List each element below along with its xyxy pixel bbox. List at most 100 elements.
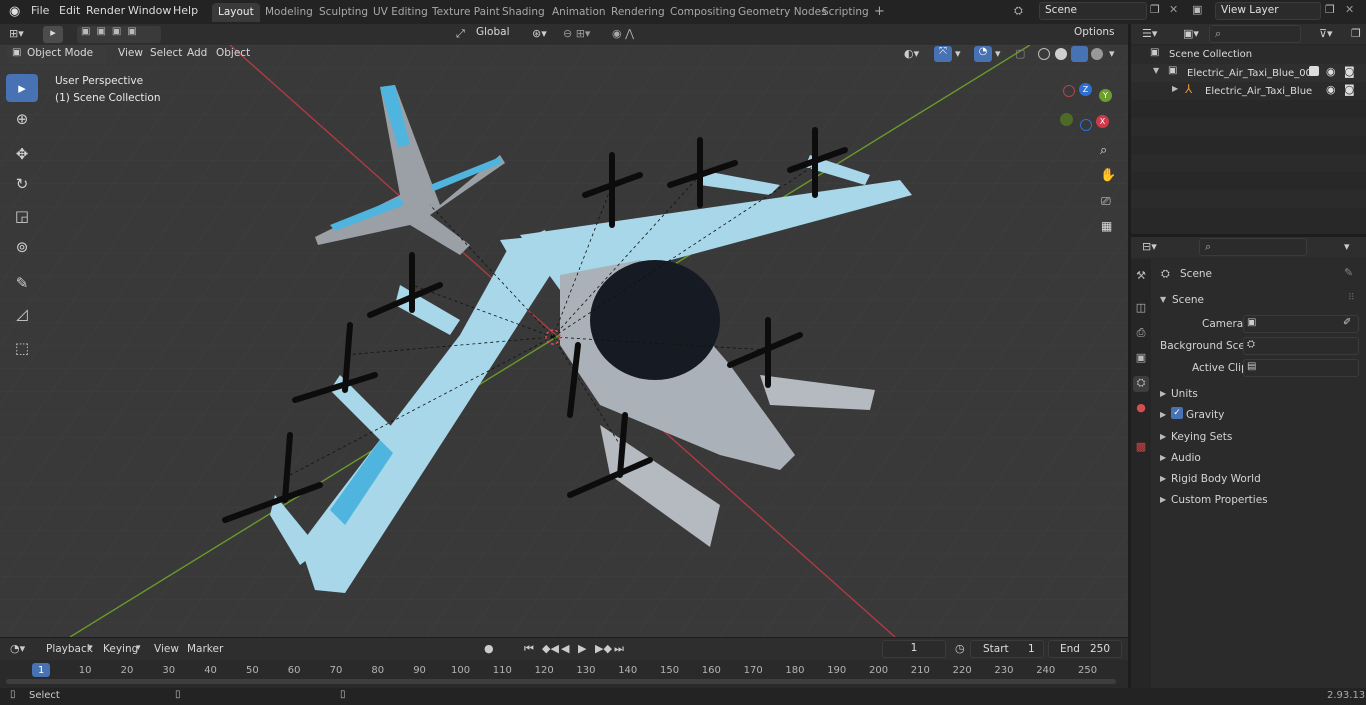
- navigation-gizmo[interactable]: Z Y X: [1055, 80, 1115, 140]
- tab-texture-paint[interactable]: Texture Paint: [426, 3, 506, 22]
- tab-scripting[interactable]: Scripting: [816, 3, 875, 22]
- gizmo-neg-x-icon[interactable]: [1063, 85, 1075, 97]
- properties-editor-icon[interactable]: ⊟▾: [1142, 240, 1157, 253]
- expand-arrow-right-icon[interactable]: ▶: [1172, 84, 1178, 93]
- play-reverse-icon[interactable]: ◀: [561, 642, 569, 655]
- rigid-body-world-panel[interactable]: Rigid Body World: [1171, 473, 1261, 485]
- solid-shading-icon[interactable]: [1055, 48, 1067, 60]
- active-clip-field[interactable]: [1243, 359, 1359, 377]
- transform-tool-icon[interactable]: ⊚: [6, 233, 38, 261]
- tab-compositing[interactable]: Compositing: [664, 3, 742, 22]
- wireframe-shading-icon[interactable]: [1038, 48, 1050, 60]
- outliner-editor-icon[interactable]: ☰▾: [1142, 27, 1157, 40]
- remove-view-layer-icon[interactable]: ✕: [1345, 3, 1354, 16]
- tool-properties-icon[interactable]: ⚒: [1133, 269, 1149, 285]
- menu-keying[interactable]: Keying: [103, 643, 138, 655]
- material-shading-icon[interactable]: [1071, 46, 1088, 62]
- tab-rendering[interactable]: Rendering: [605, 3, 671, 22]
- play-icon[interactable]: ▶: [578, 642, 586, 655]
- gizmo-neg-z-icon[interactable]: [1080, 119, 1092, 131]
- gizmo-y-icon[interactable]: Y: [1099, 89, 1112, 102]
- pin-icon[interactable]: ✎: [1344, 266, 1353, 279]
- audio-panel[interactable]: Audio: [1171, 452, 1201, 464]
- select-box-icon[interactable]: ▸: [43, 26, 63, 43]
- scale-tool-icon[interactable]: ◲: [6, 202, 38, 230]
- gravity-panel[interactable]: Gravity: [1186, 409, 1224, 421]
- view-layer-icon[interactable]: ▣: [1192, 3, 1202, 16]
- custom-properties-panel[interactable]: Custom Properties: [1171, 494, 1268, 506]
- collection-eye-icon[interactable]: ◉: [1326, 65, 1336, 78]
- current-frame-field[interactable]: 1: [882, 640, 946, 658]
- filter-icon[interactable]: ⊽▾: [1319, 27, 1333, 40]
- gravity-expand-icon[interactable]: ▶: [1160, 410, 1166, 419]
- cursor-tool-icon[interactable]: ⊕: [6, 105, 38, 133]
- xray-icon[interactable]: ▢: [1015, 47, 1025, 60]
- options-dropdown[interactable]: Options: [1068, 25, 1124, 43]
- tab-animation[interactable]: Animation: [546, 3, 612, 22]
- move-tool-icon[interactable]: ✥: [6, 140, 38, 168]
- scene-properties-icon[interactable]: ⛭: [1133, 376, 1149, 392]
- gizmo-x-icon[interactable]: X: [1096, 115, 1109, 128]
- stopwatch-icon[interactable]: ◷: [955, 642, 965, 655]
- overlay-dropdown-icon[interactable]: ▾: [995, 47, 1001, 60]
- outliner-search-field[interactable]: [1209, 25, 1301, 43]
- zoom-icon[interactable]: ⌕: [1100, 143, 1107, 158]
- remove-scene-icon[interactable]: ✕: [1169, 3, 1178, 16]
- add-cube-tool-icon[interactable]: ⬚: [6, 334, 38, 362]
- menu-file[interactable]: File: [31, 4, 49, 17]
- section-expand-icon[interactable]: ▼: [1160, 295, 1166, 304]
- units-panel[interactable]: Units: [1171, 388, 1198, 400]
- new-view-layer-icon[interactable]: ❐: [1325, 3, 1335, 16]
- editor-type-icon[interactable]: ⊞▾: [9, 27, 24, 40]
- tab-modeling[interactable]: Modeling: [259, 3, 319, 22]
- output-properties-icon[interactable]: ⎙: [1133, 326, 1149, 342]
- background-scene-field[interactable]: [1243, 337, 1359, 355]
- blender-logo-icon[interactable]: ◉: [9, 4, 20, 19]
- camera-view-icon[interactable]: ⎚: [1101, 194, 1111, 209]
- scene-section-label[interactable]: Scene: [1172, 294, 1204, 306]
- tab-sculpting[interactable]: Sculpting: [313, 3, 374, 22]
- collection-checkbox-icon[interactable]: [1309, 66, 1319, 76]
- eyedropper-icon[interactable]: ✐: [1343, 317, 1351, 328]
- drag-handle-icon[interactable]: ⠿: [1348, 293, 1355, 303]
- object-eye-icon[interactable]: ◉: [1326, 83, 1336, 96]
- units-expand-icon[interactable]: ▶: [1160, 389, 1166, 398]
- 3d-viewport[interactable]: User Perspective (1) Scene Collection Z …: [0, 45, 1128, 637]
- shading-dropdown-icon[interactable]: ▾: [1109, 47, 1115, 60]
- world-properties-icon[interactable]: ●: [1133, 401, 1149, 417]
- expand-arrow-icon[interactable]: ▼: [1153, 66, 1159, 75]
- grid-toggle-icon[interactable]: ▦: [1101, 219, 1112, 233]
- snap-icon[interactable]: ⊖ ⊞▾: [563, 27, 590, 40]
- timeline-editor-icon[interactable]: ◔▾: [10, 642, 25, 655]
- rigid-body-expand-icon[interactable]: ▶: [1160, 474, 1166, 483]
- menu-help[interactable]: Help: [173, 4, 198, 17]
- menu-marker[interactable]: Marker: [187, 643, 223, 655]
- overlay-toggle-icon[interactable]: ◔: [974, 46, 992, 62]
- next-keyframe-icon[interactable]: ▶◆: [595, 642, 612, 655]
- properties-search-field[interactable]: [1199, 238, 1307, 256]
- audio-expand-icon[interactable]: ▶: [1160, 453, 1166, 462]
- keying-sets-panel[interactable]: Keying Sets: [1171, 431, 1232, 443]
- gizmo-z-icon[interactable]: Z: [1079, 83, 1092, 96]
- menu-view[interactable]: View: [118, 47, 143, 59]
- keying-sets-expand-icon[interactable]: ▶: [1160, 432, 1166, 441]
- select-box-tool-icon[interactable]: ▸: [6, 74, 38, 102]
- menu-timeline-view[interactable]: View: [154, 643, 179, 655]
- timeline-scrollbar[interactable]: [6, 679, 1116, 684]
- render-properties-icon[interactable]: ◫: [1133, 301, 1149, 317]
- gizmo-toggle-icon[interactable]: ⤧: [934, 46, 952, 62]
- custom-props-expand-icon[interactable]: ▶: [1160, 495, 1166, 504]
- properties-options-icon[interactable]: ▾: [1344, 240, 1350, 253]
- prev-keyframe-icon[interactable]: ◆◀: [542, 642, 559, 655]
- tab-layout[interactable]: Layout: [212, 3, 260, 22]
- object-mode-dropdown[interactable]: Object Mode: [7, 46, 107, 64]
- gizmo-dropdown-icon[interactable]: ▾: [955, 47, 961, 60]
- orientation-icon[interactable]: ⤢: [456, 27, 465, 41]
- transform-orientation-dropdown[interactable]: Global: [470, 25, 525, 43]
- pivot-icon[interactable]: ⊛▾: [532, 27, 547, 40]
- selection-mode-icons[interactable]: ▣▣▣▣: [77, 26, 161, 43]
- measure-tool-icon[interactable]: ◿: [6, 300, 38, 328]
- collection-camera-icon[interactable]: ◙: [1344, 65, 1355, 78]
- annotate-tool-icon[interactable]: ✎: [6, 269, 38, 297]
- record-icon[interactable]: ●: [484, 642, 494, 655]
